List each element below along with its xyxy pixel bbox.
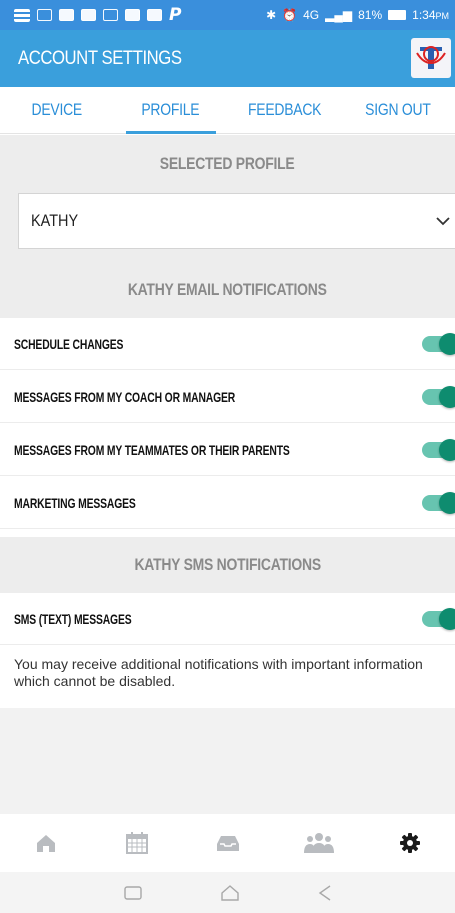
battery-icon bbox=[388, 10, 407, 20]
coach-messages-setting: MESSAGES FROM MY COACH OR MANAGER bbox=[0, 371, 455, 423]
notifications-note: You may receive additional notifications… bbox=[14, 656, 423, 689]
alarm-icon: ⏰ bbox=[282, 8, 298, 22]
coach-messages-toggle[interactable] bbox=[422, 386, 455, 408]
nav-inbox[interactable] bbox=[182, 814, 273, 872]
system-navigation bbox=[0, 872, 455, 913]
chevron-down-icon bbox=[436, 217, 450, 226]
setting-label: SMS (TEXT) MESSAGES bbox=[14, 610, 132, 627]
gallery-notification-icon bbox=[147, 9, 162, 21]
home-button-icon[interactable] bbox=[220, 884, 240, 901]
status-bar: P ✱ ⏰ 4G ▂▄▆ 81% 1:34PM bbox=[0, 0, 455, 30]
mail-notification-icon bbox=[59, 9, 74, 21]
tab-feedback[interactable]: FEEDBACK bbox=[228, 87, 342, 133]
home-icon bbox=[36, 835, 55, 852]
battery-percent: 81% bbox=[358, 8, 383, 22]
bottom-navigation bbox=[0, 814, 455, 872]
clock: 1:34PM bbox=[412, 8, 449, 22]
team-icon bbox=[303, 833, 334, 853]
nav-home[interactable] bbox=[0, 814, 91, 872]
nav-settings[interactable] bbox=[364, 814, 455, 872]
sms-messages-toggle[interactable] bbox=[422, 608, 455, 630]
app-bar: ACCOUNT SETTINGS bbox=[0, 30, 455, 87]
nav-team[interactable] bbox=[273, 814, 364, 872]
teammates-messages-setting: MESSAGES FROM MY TEAMMATES OR THEIR PARE… bbox=[0, 424, 455, 476]
marketing-messages-toggle[interactable] bbox=[422, 492, 455, 514]
settings-tabs: DEVICE PROFILE FEEDBACK SIGN OUT bbox=[0, 87, 455, 134]
back-icon[interactable] bbox=[318, 884, 332, 901]
setting-label: MARKETING MESSAGES bbox=[14, 494, 136, 511]
schedule-changes-toggle[interactable] bbox=[422, 333, 455, 355]
network-type: 4G bbox=[303, 8, 320, 22]
selected-profile-header: SELECTED PROFILE bbox=[0, 135, 455, 193]
recent-apps-icon[interactable] bbox=[123, 885, 142, 900]
sms-messages-setting: SMS (TEXT) MESSAGES bbox=[0, 593, 455, 645]
schedule-changes-setting: SCHEDULE CHANGES bbox=[0, 318, 455, 370]
inbox-icon bbox=[216, 836, 239, 851]
mail-notification-icon bbox=[81, 9, 96, 21]
marketing-messages-setting: MARKETING MESSAGES bbox=[0, 477, 455, 529]
tab-sign-out[interactable]: SIGN OUT bbox=[341, 87, 455, 133]
calendar-icon bbox=[125, 832, 148, 854]
content-background bbox=[0, 708, 455, 814]
missed-call-notification-icon bbox=[103, 9, 118, 21]
team-logo-icon bbox=[411, 38, 451, 78]
notification-icons: P bbox=[14, 5, 182, 25]
profile-dropdown-value: KATHY bbox=[31, 211, 79, 230]
signal-icon: ▂▄▆ bbox=[325, 8, 353, 22]
setting-label: SCHEDULE CHANGES bbox=[14, 335, 124, 352]
page-title: ACCOUNT SETTINGS bbox=[18, 47, 182, 69]
profile-dropdown[interactable]: KATHY bbox=[18, 193, 455, 249]
image-notification-icon bbox=[37, 9, 52, 21]
bluetooth-icon: ✱ bbox=[266, 8, 277, 22]
teammates-messages-toggle[interactable] bbox=[422, 439, 455, 461]
email-notifications-header: KATHY EMAIL NOTIFICATIONS bbox=[0, 261, 455, 318]
section-spacer bbox=[0, 249, 455, 261]
sms-notifications-header: KATHY SMS NOTIFICATIONS bbox=[0, 537, 455, 593]
section-background bbox=[0, 193, 18, 249]
menu-notification-icon bbox=[14, 8, 30, 22]
setting-label: MESSAGES FROM MY TEAMMATES OR THEIR PARE… bbox=[14, 441, 290, 458]
tab-profile[interactable]: PROFILE bbox=[114, 87, 228, 134]
gear-icon bbox=[399, 833, 420, 853]
tab-device[interactable]: DEVICE bbox=[0, 87, 114, 133]
p-app-notification-icon: P bbox=[169, 5, 182, 25]
setting-label: MESSAGES FROM MY COACH OR MANAGER bbox=[14, 388, 236, 405]
gallery-notification-icon bbox=[125, 9, 140, 21]
nav-calendar[interactable] bbox=[91, 814, 182, 872]
